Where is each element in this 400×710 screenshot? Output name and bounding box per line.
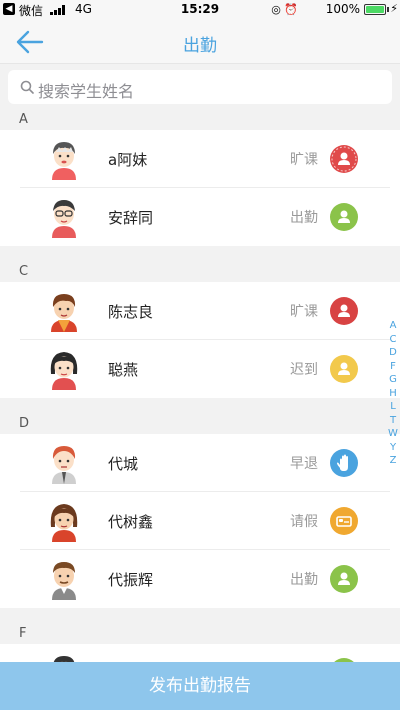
hand-icon[interactable] <box>330 449 358 477</box>
index-letter[interactable]: C <box>386 333 400 347</box>
page-title: 出勤 <box>183 36 217 56</box>
user-icon[interactable] <box>330 203 358 231</box>
section-header-c: C <box>0 246 400 282</box>
student-row[interactable]: 安辞同 出勤 <box>0 188 400 246</box>
student-row[interactable]: 聪燕 迟到 <box>0 340 400 398</box>
student-avatar <box>44 138 84 180</box>
section-header-f: F <box>0 608 400 644</box>
attendance-status: 早退 <box>290 456 318 472</box>
battery-percent: 100% <box>325 2 360 16</box>
index-letter[interactable]: D <box>386 346 400 360</box>
index-letter[interactable]: Y <box>386 441 400 455</box>
section-letter: F <box>19 626 27 641</box>
publish-report-button[interactable]: 发布出勤报告 <box>0 662 400 710</box>
user-icon[interactable] <box>330 297 358 325</box>
attendance-status: 迟到 <box>290 362 318 378</box>
attendance-status: 出勤 <box>290 210 318 226</box>
index-letter[interactable]: F <box>386 360 400 374</box>
user-icon[interactable] <box>330 355 358 383</box>
index-letter[interactable]: A <box>386 319 400 333</box>
search-bar: 搜索学生姓名 <box>0 64 400 110</box>
search-icon <box>20 80 34 94</box>
index-letter[interactable]: L <box>386 400 400 414</box>
search-input[interactable]: 搜索学生姓名 <box>8 70 392 104</box>
index-letter[interactable]: H <box>386 387 400 401</box>
student-avatar <box>44 558 84 600</box>
student-row[interactable]: 代振辉 出勤 <box>0 550 400 608</box>
user-icon[interactable] <box>330 145 358 173</box>
student-name: 安辞同 <box>108 209 154 227</box>
student-name: 陈志良 <box>108 303 154 321</box>
student-row[interactable]: 代树鑫 请假 <box>0 492 400 550</box>
student-avatar <box>44 196 84 238</box>
attendance-status: 旷课 <box>290 152 318 168</box>
student-name: 代树鑫 <box>108 513 154 531</box>
alphabet-index[interactable]: A C D F G H L T W Y Z <box>386 319 400 468</box>
bed-icon[interactable] <box>330 507 358 535</box>
student-name: 聪燕 <box>108 361 139 379</box>
battery-tip <box>387 7 389 12</box>
student-avatar <box>44 500 84 542</box>
attendance-status: 请假 <box>290 514 318 530</box>
status-bar: ◀ 微信 4G 15:29 ◎ ⏰ 100% ⚡ <box>0 0 400 20</box>
student-name: 代振辉 <box>108 571 154 589</box>
index-letter[interactable]: G <box>386 373 400 387</box>
student-avatar <box>44 348 84 390</box>
student-row[interactable]: 代城 早退 <box>0 434 400 492</box>
index-letter[interactable]: W <box>386 427 400 441</box>
student-row[interactable] <box>0 644 400 662</box>
student-row[interactable]: 陈志良 旷课 <box>0 282 400 340</box>
search-placeholder: 搜索学生姓名 <box>38 82 135 101</box>
nav-bar: 出勤 <box>0 20 400 64</box>
section-letter: C <box>19 264 29 279</box>
attendance-status: 出勤 <box>290 572 318 588</box>
student-name: a阿妹 <box>108 151 148 169</box>
section-header-a: A <box>0 110 400 130</box>
section-letter: D <box>19 416 30 431</box>
student-avatar <box>44 442 84 484</box>
alarm-icon: ◎ ⏰ <box>271 3 298 16</box>
student-name: 代城 <box>108 455 139 473</box>
attendance-status: 旷课 <box>290 304 318 320</box>
section-letter: A <box>19 112 28 127</box>
user-icon[interactable] <box>330 565 358 593</box>
student-avatar <box>44 290 84 332</box>
student-row[interactable]: a阿妹 旷课 <box>0 130 400 188</box>
section-header-d: D <box>0 398 400 434</box>
battery-icon <box>364 4 386 15</box>
student-avatar <box>44 652 84 662</box>
charging-icon: ⚡ <box>390 2 398 15</box>
index-letter[interactable]: T <box>386 414 400 428</box>
index-letter[interactable]: Z <box>386 454 400 468</box>
